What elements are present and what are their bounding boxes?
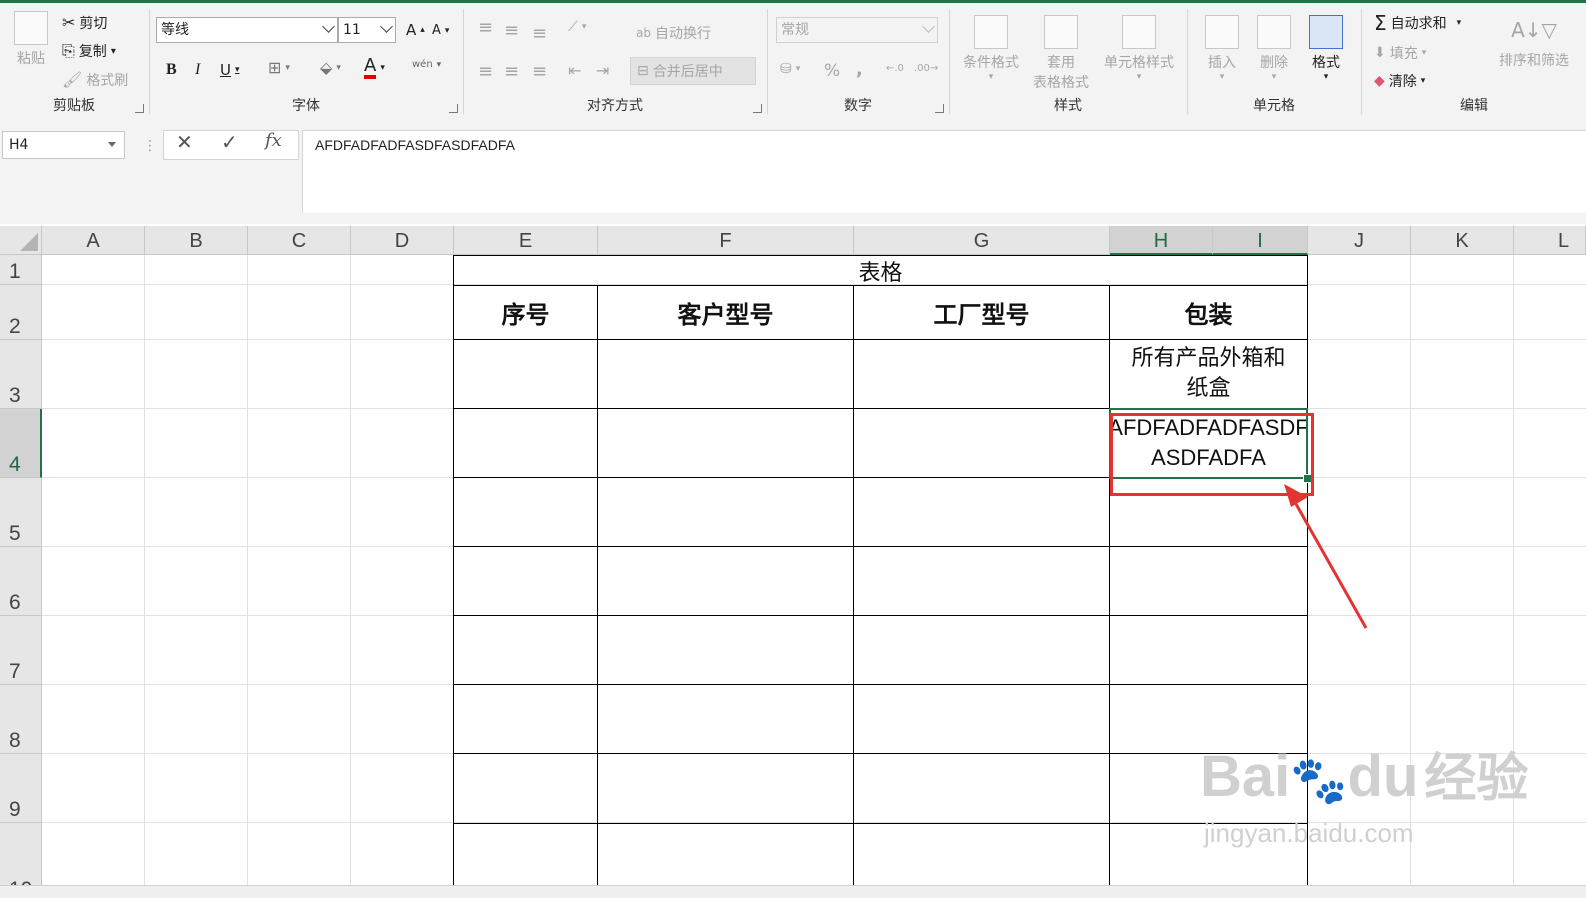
sheet-bottom-bar	[0, 885, 1586, 898]
arrow-shaft	[1294, 503, 1368, 629]
annotation-arrow	[1284, 484, 1368, 629]
arrow-head	[1284, 484, 1308, 507]
